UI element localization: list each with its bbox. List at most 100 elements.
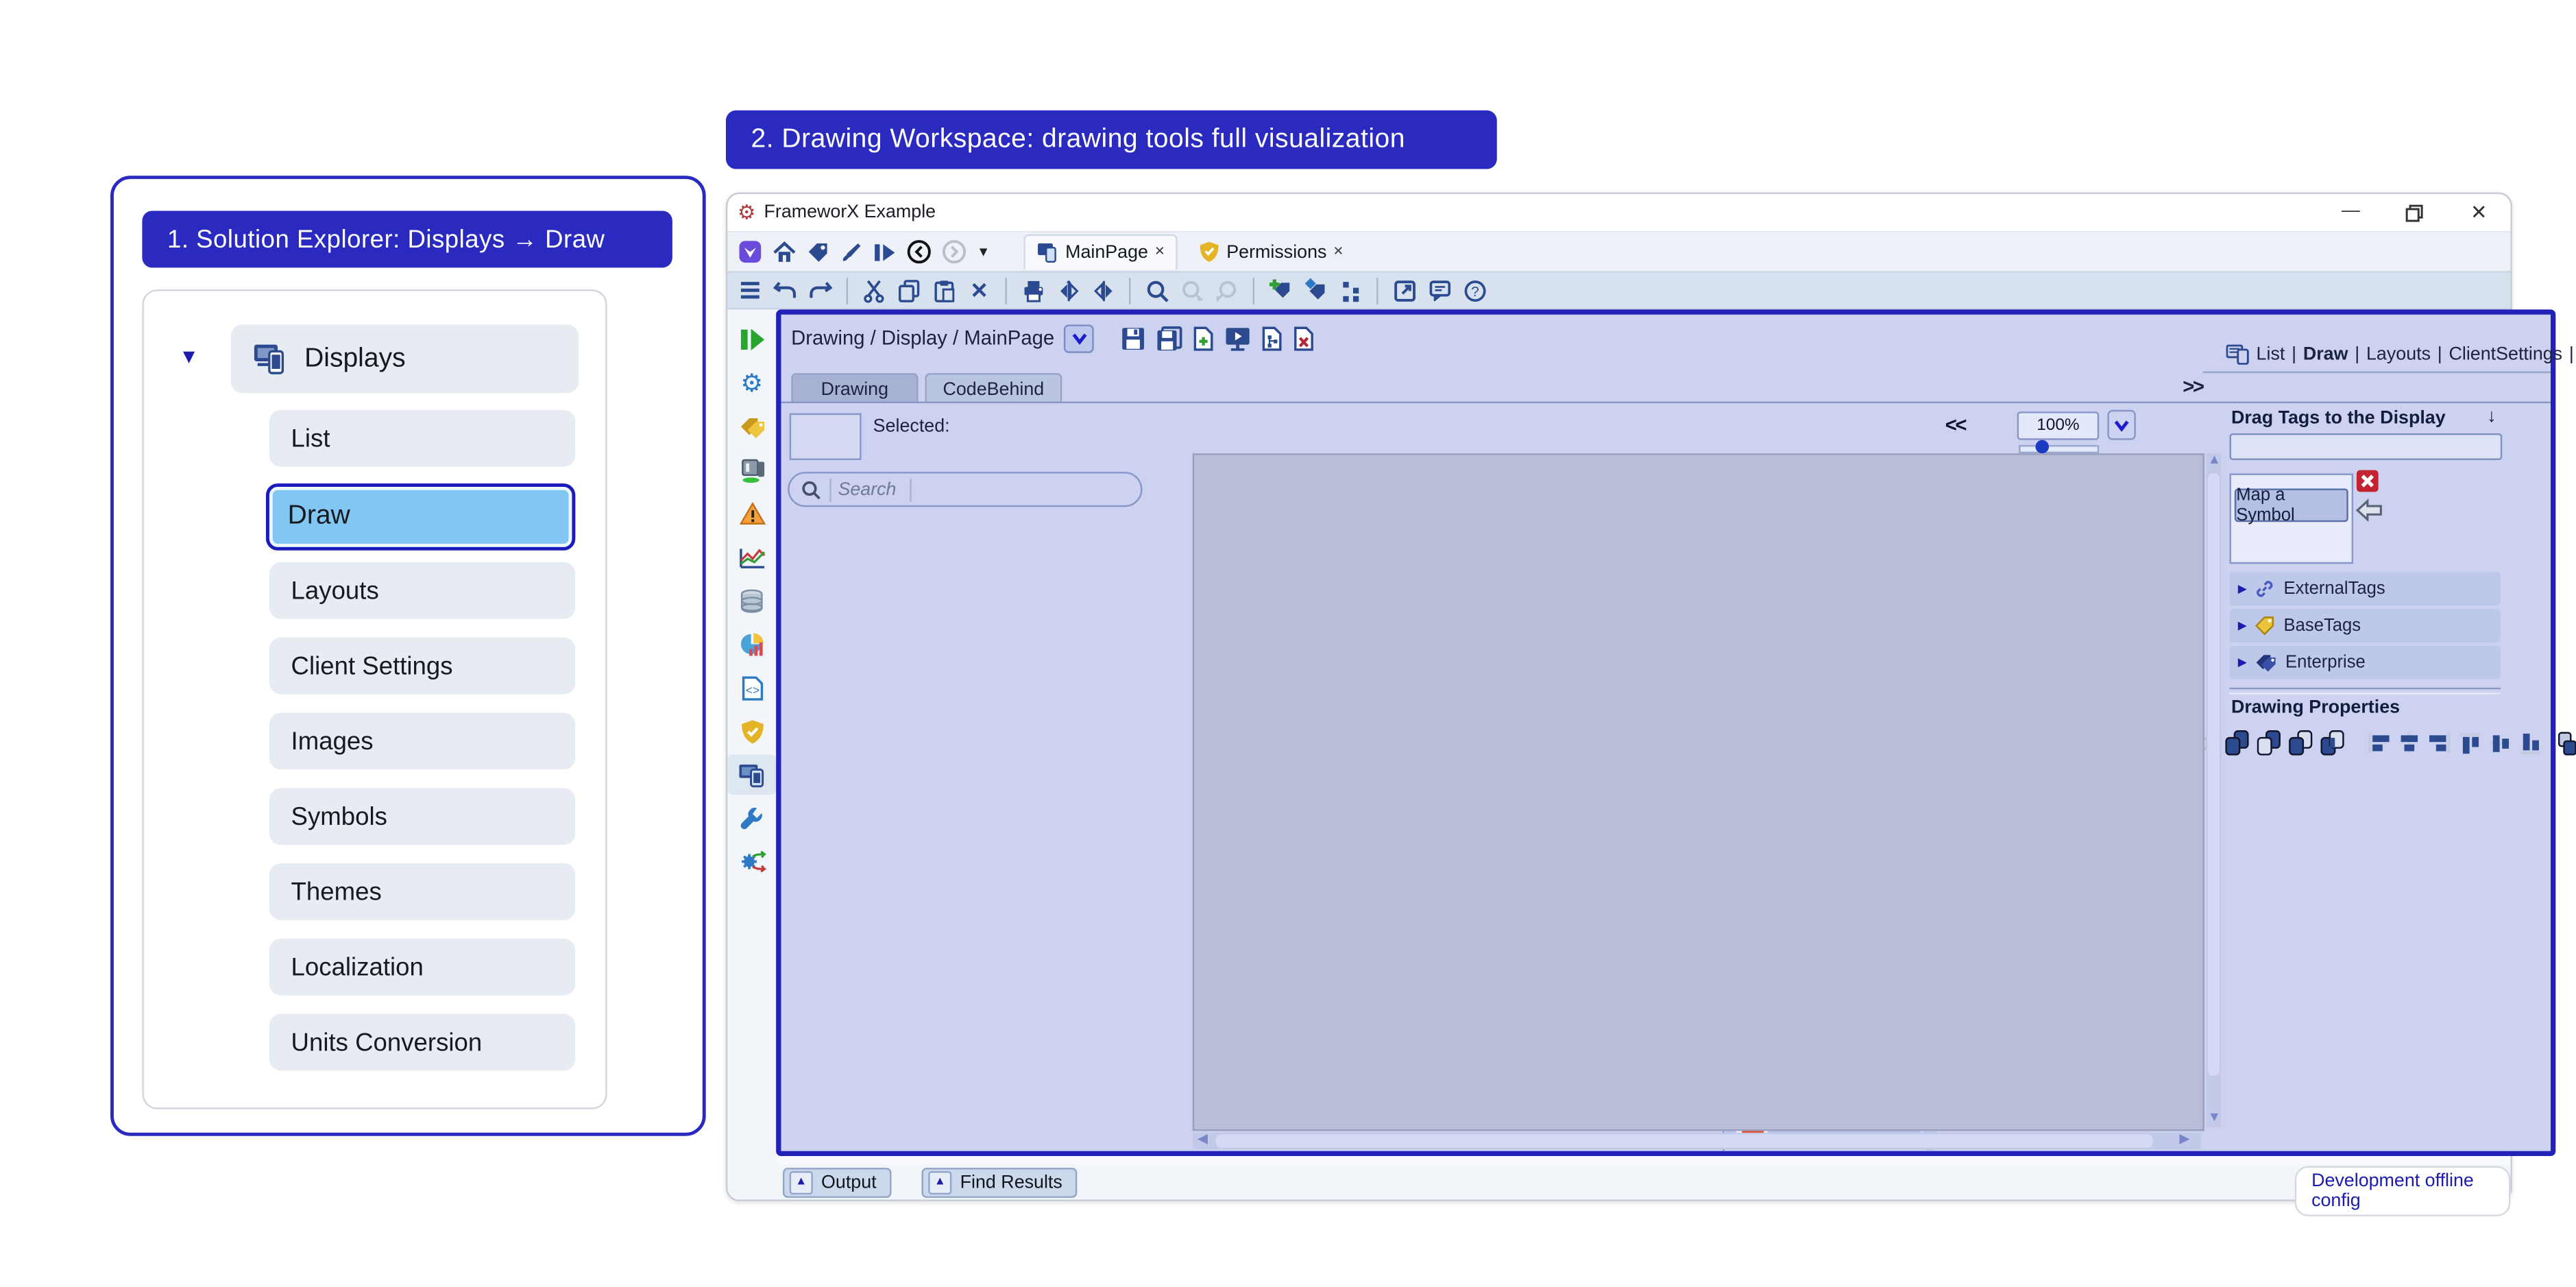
tag-gear-icon[interactable] xyxy=(1300,274,1331,306)
new-doc-icon[interactable] xyxy=(1193,326,1215,351)
close-icon[interactable]: ✕ xyxy=(2470,202,2488,222)
redo-icon[interactable] xyxy=(805,274,836,306)
sidebar-tools-icon[interactable] xyxy=(727,798,776,839)
expander-right-icon[interactable]: ▶ xyxy=(2238,657,2247,669)
tab-codebehind[interactable]: CodeBehind xyxy=(925,373,1062,403)
cut-icon[interactable] xyxy=(858,274,890,306)
explorer-item-layouts[interactable]: Layouts xyxy=(269,562,576,619)
open-external-icon[interactable] xyxy=(1388,274,1420,306)
canvas-vscrollbar[interactable]: ▲ ▼ xyxy=(2206,453,2221,1127)
run-icon[interactable] xyxy=(873,240,897,263)
tag-group-externaltags[interactable]: ▶ ExternalTags xyxy=(2230,572,2501,605)
scroll-down-icon[interactable]: ▼ xyxy=(2208,1111,2221,1124)
module-nav-layouts[interactable]: Layouts xyxy=(2366,345,2431,365)
sidebar-alarms-icon[interactable] xyxy=(727,494,776,534)
expander-down-icon[interactable]: ▼ xyxy=(179,346,199,366)
zoom-back-icon[interactable] xyxy=(1211,274,1243,306)
tab-drawing[interactable]: Drawing xyxy=(791,373,918,403)
doc-structure-icon[interactable] xyxy=(1262,326,1284,351)
collapse-left-button[interactable]: << xyxy=(1945,415,1965,435)
scrollbar-thumb[interactable] xyxy=(2208,474,2220,1076)
doc-tab-mainpage[interactable]: MainPage × xyxy=(1023,234,1178,269)
tag-search-input[interactable] xyxy=(2230,433,2503,460)
expander-right-icon[interactable]: ▶ xyxy=(2238,620,2247,632)
sidebar-reports-icon[interactable] xyxy=(727,624,776,664)
menu-icon[interactable] xyxy=(734,274,766,306)
comment-icon[interactable] xyxy=(1423,274,1455,306)
print-icon[interactable] xyxy=(1017,274,1049,306)
zoom-forward-icon[interactable] xyxy=(1176,274,1207,306)
sidebar-devices-icon[interactable] xyxy=(727,450,776,490)
expander-right-icon[interactable]: ▶ xyxy=(2238,583,2247,594)
scroll-up-icon[interactable]: ▲ xyxy=(2208,453,2221,467)
same-width-icon[interactable] xyxy=(2551,727,2576,758)
help-icon[interactable]: ? xyxy=(1459,274,1490,306)
find-results-button[interactable]: ▲ Find Results xyxy=(922,1167,1078,1197)
delete-doc-icon[interactable] xyxy=(1293,326,1315,351)
sidebar-integration-icon[interactable] xyxy=(727,841,776,882)
search-box[interactable]: Search xyxy=(788,472,1142,507)
copy-icon[interactable] xyxy=(893,274,925,306)
paint-icon[interactable] xyxy=(840,240,863,263)
export-icon[interactable] xyxy=(1087,274,1119,306)
explorer-item-symbols[interactable]: Symbols xyxy=(269,788,576,845)
sidebar-settings-icon[interactable]: ⚙ xyxy=(727,363,776,403)
zoom-icon[interactable] xyxy=(1141,274,1172,306)
logo-icon[interactable] xyxy=(738,239,763,265)
canvas-hscrollbar[interactable]: ◀ ▶ xyxy=(1193,1133,2201,1149)
sidebar-run-icon[interactable] xyxy=(727,320,776,360)
tag-group-enterprise[interactable]: ▶ Enterprise xyxy=(2230,646,2501,679)
explorer-item-client-settings[interactable]: Client Settings xyxy=(269,638,576,695)
explorer-item-units-conversion[interactable]: Units Conversion xyxy=(269,1014,576,1071)
tab-close-icon[interactable]: × xyxy=(1333,243,1343,260)
nav-back-icon[interactable] xyxy=(906,239,932,265)
zoom-dropdown[interactable] xyxy=(2107,410,2135,440)
home-icon[interactable] xyxy=(773,241,796,263)
explorer-item-list[interactable]: List xyxy=(269,410,576,467)
sidebar-historian-icon[interactable] xyxy=(727,537,776,577)
minimize-icon[interactable]: — xyxy=(2342,202,2360,221)
config-status[interactable]: Development offline config xyxy=(2295,1166,2511,1216)
preview-display-icon[interactable] xyxy=(1225,326,1252,351)
explorer-item-draw[interactable]: Draw xyxy=(266,483,575,551)
sidebar-tags-icon[interactable] xyxy=(727,407,776,447)
nav-forward-icon[interactable] xyxy=(942,239,967,265)
explorer-item-images[interactable]: Images xyxy=(269,712,576,769)
sidebar-datasets-icon[interactable] xyxy=(727,581,776,621)
zoom-slider-track[interactable] xyxy=(2019,445,2099,453)
sidebar-security-icon[interactable] xyxy=(727,711,776,751)
caret-down-icon[interactable]: ▼ xyxy=(977,245,990,258)
search-input[interactable]: Search xyxy=(829,478,911,501)
expand-right-button[interactable]: >> xyxy=(2183,376,2202,396)
breadcrumb-dropdown[interactable] xyxy=(1065,324,1095,352)
undo-icon[interactable] xyxy=(769,274,801,306)
import-icon[interactable] xyxy=(1052,274,1084,306)
sidebar-scripts-icon[interactable]: <> xyxy=(727,668,776,708)
doc-tab-permissions[interactable]: Permissions × xyxy=(1188,235,1354,269)
remove-symbol-icon[interactable] xyxy=(2357,470,2379,492)
explorer-item-themes[interactable]: Themes xyxy=(269,863,576,920)
module-nav-draw[interactable]: Draw xyxy=(2303,345,2348,365)
save-all-icon[interactable] xyxy=(1156,326,1183,351)
map-a-symbol-button[interactable]: Map a Symbol xyxy=(2235,488,2348,522)
tag-group-basetags[interactable]: ▶ BaseTags xyxy=(2230,609,2501,642)
delete-icon[interactable]: ✕ xyxy=(963,274,995,306)
paste-icon[interactable] xyxy=(928,274,960,306)
explorer-item-localization[interactable]: Localization xyxy=(269,939,576,996)
zoom-value-box[interactable]: 100% xyxy=(2017,411,2100,440)
arrow-down-icon[interactable]: ↓ xyxy=(2487,408,2496,426)
restore-icon[interactable] xyxy=(2405,204,2424,223)
explorer-root-displays[interactable]: Displays xyxy=(231,324,579,393)
drawing-canvas[interactable] xyxy=(1193,453,2204,1131)
scroll-left-icon[interactable]: ◀ xyxy=(1198,1133,1208,1146)
scrollbar-thumb[interactable] xyxy=(1216,1134,2152,1148)
save-icon[interactable] xyxy=(1121,326,1147,351)
sidebar-displays-icon[interactable] xyxy=(727,754,776,795)
tree-view-icon[interactable] xyxy=(1335,274,1366,306)
tag-icon[interactable] xyxy=(806,240,829,263)
module-nav-list[interactable]: List xyxy=(2257,345,2285,365)
module-nav-clientsettings[interactable]: ClientSettings xyxy=(2449,345,2563,365)
zoom-slider-thumb[interactable] xyxy=(2035,440,2049,454)
scroll-right-icon[interactable]: ▶ xyxy=(2179,1133,2189,1146)
output-button[interactable]: ▲ Output xyxy=(783,1167,892,1197)
